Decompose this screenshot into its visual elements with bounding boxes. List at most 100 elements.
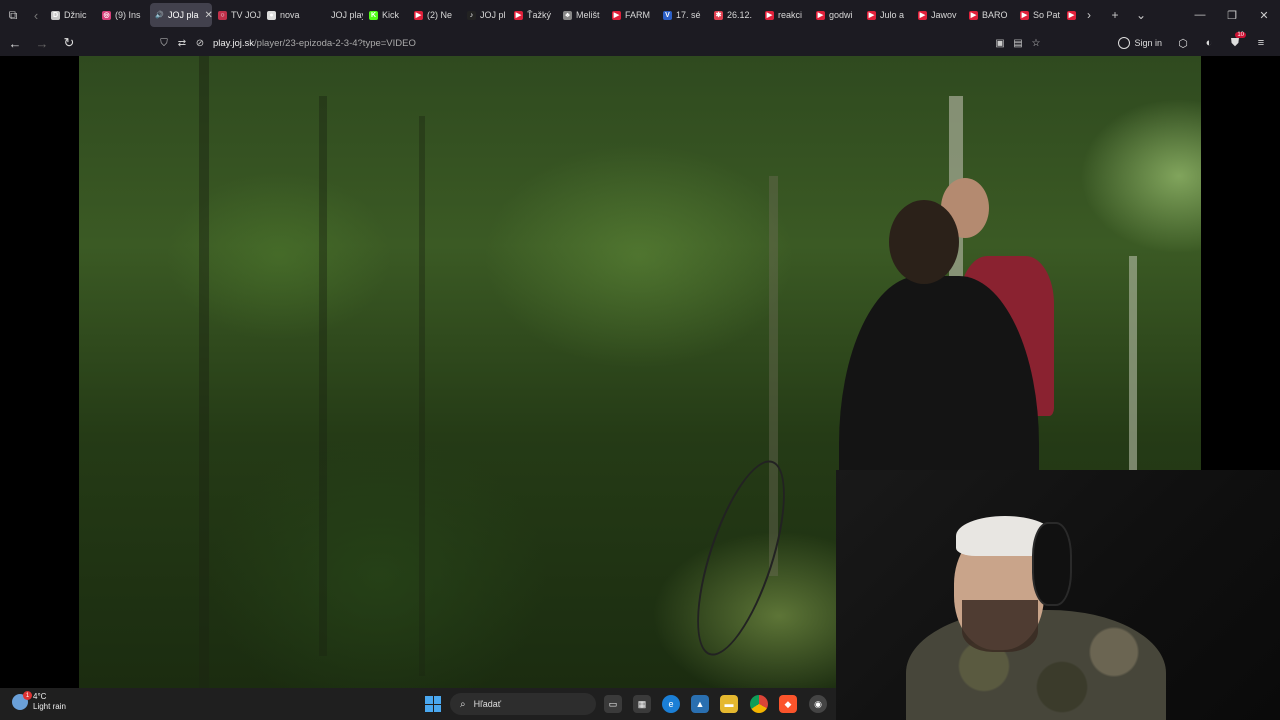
browser-tab[interactable]: ▶ (2) Ne	[409, 3, 461, 27]
minimize-icon[interactable]: —	[1184, 0, 1216, 30]
tab-strip-controls: › + ⌄ — ❐ ✕	[1076, 0, 1280, 30]
restore-icon[interactable]: ❐	[1216, 0, 1248, 30]
tab-overview-icon[interactable]: ⧉	[0, 0, 26, 30]
brave-icon[interactable]: ◆	[779, 695, 797, 713]
obs-icon[interactable]: ◉	[809, 695, 827, 713]
browser-tab[interactable]: ♪ JOJ pl	[462, 3, 508, 27]
tab-label: Melišt	[576, 10, 600, 20]
sign-in-button[interactable]: Sign in	[1118, 37, 1162, 49]
browser-tab[interactable]: ▶ FARM	[607, 3, 657, 27]
chrome-icon[interactable]	[750, 695, 768, 713]
tab-label: JOJ pl	[480, 10, 506, 20]
browser-tab[interactable]: ▶ Ťažký	[509, 3, 557, 27]
tab-favicon-icon: ▶	[414, 10, 423, 20]
browser-tab[interactable]: 🔊 JOJ pla ✕	[150, 3, 212, 27]
tab-label: reakci	[778, 10, 803, 20]
bookmark-star-icon[interactable]: ☆	[1027, 33, 1045, 53]
reader-view-icon[interactable]: ▤	[1009, 33, 1027, 53]
navigation-bar: ← → ↻ ⛉ ⇄ ⊘ play.joj.sk/player/23-epizod…	[0, 30, 1280, 56]
browser-tab[interactable]: K Kick	[364, 3, 408, 27]
forward-icon[interactable]: →	[30, 31, 54, 55]
tree-trunk	[199, 56, 209, 688]
muted-autoplay-icon[interactable]: ⊘	[191, 33, 209, 53]
address-bar-actions: ▣ ▤ ☆	[991, 32, 1045, 54]
tab-label: nova	[280, 10, 300, 20]
tab-list: D Džnic ◎ (9) Ins 🔊 JOJ pla ✕ ○ TV JOJ ● nova JOJ p…	[46, 0, 1085, 30]
new-tab-icon[interactable]: +	[1102, 0, 1128, 30]
browser-tab[interactable]: ▶ Julo a	[862, 3, 912, 27]
url-text[interactable]: play.joj.sk/player/23-epizoda-2-3-4?type…	[213, 38, 416, 49]
tab-favicon-icon: ♣	[563, 10, 572, 20]
weather-desc: Light rain	[33, 702, 66, 711]
scroll-tabs-left-icon[interactable]: ‹	[26, 0, 46, 30]
webcam-overlay	[836, 470, 1280, 720]
task-view-icon[interactable]: ▭	[604, 695, 622, 713]
tab-favicon-icon: D	[51, 10, 60, 20]
tab-favicon-icon: ●	[267, 10, 276, 20]
browser-tab[interactable]: ▶ So Pat	[1015, 3, 1061, 27]
picture-in-picture-icon[interactable]: ▣	[991, 33, 1009, 53]
weather-badge: 1	[23, 691, 32, 700]
address-bar[interactable]: ⛉ ⇄ ⊘ play.joj.sk/player/23-epizoda-2-3-…	[155, 32, 1045, 54]
browser-tab[interactable]: V 17. sé	[658, 3, 708, 27]
browser-tab[interactable]: ● nova	[262, 3, 312, 27]
tab-strip: ⧉ ‹ D Džnic ◎ (9) Ins 🔊 JOJ pla ✕ ○ TV JOJ ● nova J…	[0, 0, 1280, 30]
tab-favicon-icon: ▶	[816, 10, 825, 20]
permissions-icon[interactable]: ⇄	[173, 33, 191, 53]
headphones-icon	[1032, 522, 1072, 606]
close-tab-icon[interactable]: ✕	[205, 10, 212, 21]
weather-temp: 4°C	[33, 692, 47, 701]
tab-favicon-icon: ▶	[969, 10, 978, 20]
tab-favicon-icon: ◎	[102, 10, 111, 20]
scroll-tabs-right-icon[interactable]: ›	[1076, 0, 1102, 30]
tab-favicon-icon: ▶	[514, 10, 523, 20]
app-menu-icon[interactable]: ≡	[1248, 30, 1274, 56]
photos-icon[interactable]: ▲	[691, 695, 709, 713]
start-button[interactable]	[425, 696, 441, 712]
tree-trunk	[419, 116, 425, 676]
ublock-icon[interactable]: ⛊ 10	[1222, 30, 1248, 56]
browser-tab[interactable]: ▶ Jawov	[913, 3, 963, 27]
sign-in-label: Sign in	[1134, 38, 1162, 48]
browser-tab[interactable]: ▶ reakci	[760, 3, 810, 27]
chrome-profile-icon[interactable]: ◐	[1196, 30, 1222, 56]
taskbar-search[interactable]: ⌕ Hľadať	[450, 693, 596, 715]
tab-favicon-icon: ♪	[467, 10, 476, 20]
browser-tab[interactable]: ▶ BARO	[964, 3, 1014, 27]
store-icon[interactable]: ▦	[633, 695, 651, 713]
browser-tab[interactable]: JOJ play	[313, 3, 363, 27]
tab-label: (9) Ins	[115, 10, 141, 20]
tab-favicon-icon: ▶	[918, 10, 927, 20]
tab-label: 26.12.	[727, 10, 753, 20]
audio-playing-icon: 🔊	[155, 12, 164, 19]
search-icon: ⌕	[460, 698, 466, 710]
browser-tab[interactable]: ◎ (9) Ins	[97, 3, 149, 27]
tab-favicon-icon: ▶	[765, 10, 774, 20]
tab-label: Ťažký	[527, 10, 552, 20]
rider-head	[889, 200, 959, 284]
tab-favicon-icon: V	[663, 10, 672, 20]
close-window-icon[interactable]: ✕	[1248, 0, 1280, 30]
weather-widget[interactable]: 1 4°C Light rain	[12, 691, 66, 712]
browser-tab[interactable]: ○ TV JOJ	[213, 3, 261, 27]
tab-label: Jawov	[931, 10, 957, 20]
tree-trunk	[319, 96, 327, 656]
extensions-icon[interactable]: ⬡	[1170, 30, 1196, 56]
tab-favicon-icon: ▶	[1067, 10, 1076, 20]
tab-label: TV JOJ	[231, 10, 261, 20]
browser-tab[interactable]: ♣ Melišt	[558, 3, 606, 27]
list-all-tabs-icon[interactable]: ⌄	[1128, 0, 1154, 30]
browser-tab[interactable]: ✱ 26.12.	[709, 3, 759, 27]
tab-favicon-icon: ▶	[1020, 10, 1029, 20]
shield-icon[interactable]: ⛉	[155, 33, 173, 53]
tab-label: godwi	[829, 10, 853, 20]
reload-icon[interactable]: ↻	[57, 31, 81, 55]
file-explorer-icon[interactable]: ▬	[720, 695, 738, 713]
browser-tab[interactable]: ▶ godwi	[811, 3, 861, 27]
back-icon[interactable]: ←	[3, 31, 27, 55]
tab-label: JOJ pla	[168, 10, 199, 20]
tab-label: So Pat	[1033, 10, 1061, 20]
browser-tab[interactable]: D Džnic	[46, 3, 96, 27]
edge-icon[interactable]: e	[662, 695, 680, 713]
tab-label: Kick	[382, 10, 400, 20]
